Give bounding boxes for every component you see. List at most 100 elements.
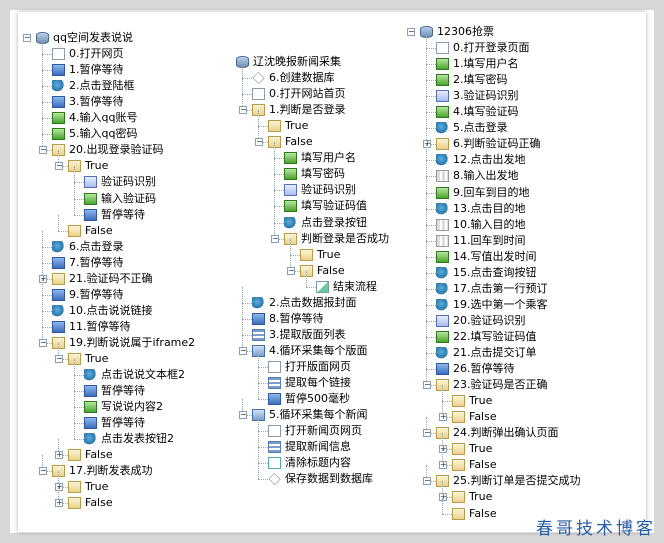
tree-node-label: 2.点击数据报封面	[269, 296, 357, 309]
collapse-toggle[interactable]: −	[39, 146, 47, 154]
tree-node-label: 1.填写用户名	[453, 57, 519, 70]
tree-connector	[74, 166, 75, 182]
pause-icon	[52, 64, 65, 76]
tree-connector	[274, 190, 275, 206]
collapse-toggle[interactable]: −	[55, 355, 63, 363]
tree-node-label: 10.输入目的地	[453, 218, 526, 231]
expand-toggle[interactable]: +	[423, 140, 431, 148]
tree-connector	[42, 134, 52, 135]
tree-connector	[426, 144, 427, 160]
input-icon	[436, 106, 449, 118]
pause-icon	[436, 363, 449, 375]
tree-node-label: 0.打开网站首页	[269, 87, 346, 100]
tree-connector	[274, 174, 284, 175]
tree-connector	[426, 80, 436, 81]
tree-node-label: qq空间发表说说	[53, 31, 133, 44]
tree-connector	[274, 158, 275, 174]
collapse-toggle[interactable]: −	[423, 477, 431, 485]
collapse-toggle[interactable]: −	[55, 162, 63, 170]
tree-node-label: 结束流程	[333, 280, 377, 293]
tree-connector	[258, 383, 259, 399]
collapse-toggle[interactable]: −	[287, 267, 295, 275]
tree-connector	[42, 295, 43, 311]
tree-node-label: 4.填写验证码	[453, 105, 519, 118]
tree-connector	[426, 160, 436, 161]
folder-icon	[52, 273, 65, 285]
folder-icon	[68, 449, 81, 461]
click-icon	[284, 217, 297, 229]
expand-toggle[interactable]: +	[439, 413, 447, 421]
input-icon	[436, 58, 449, 70]
collapse-toggle[interactable]: −	[23, 34, 31, 42]
click-icon	[436, 267, 449, 279]
clear-icon	[268, 457, 281, 469]
tree-connector	[242, 319, 252, 320]
tree-connector	[258, 383, 268, 384]
collapse-toggle[interactable]: −	[239, 347, 247, 355]
tree-connector	[74, 391, 75, 407]
tree-node-label: 0.打开登录页面	[453, 41, 530, 54]
input-icon	[436, 251, 449, 263]
expand-toggle[interactable]: +	[55, 499, 63, 507]
collapse-toggle[interactable]: −	[39, 339, 47, 347]
expand-toggle[interactable]: +	[55, 483, 63, 491]
folder-icon	[452, 395, 465, 407]
tree-node-label: 5.输入qq密码	[69, 127, 138, 140]
captcha-icon	[284, 184, 297, 196]
collapse-toggle[interactable]: −	[239, 411, 247, 419]
collapse-toggle[interactable]: −	[423, 381, 431, 389]
tree-connector	[42, 311, 43, 327]
tree-node-label: 11.暂停等待	[69, 320, 131, 333]
folder-icon	[68, 225, 81, 237]
tree-node-label: 9.暂停等待	[69, 288, 124, 301]
pause-icon	[52, 289, 65, 301]
collapse-toggle[interactable]: −	[239, 106, 247, 114]
tree-connector	[42, 38, 43, 54]
tree-node-label: True	[317, 248, 341, 261]
tree-connector	[426, 128, 436, 129]
expand-toggle[interactable]: +	[55, 451, 63, 459]
tree-node-label: 7.暂停等待	[69, 256, 124, 269]
tree-connector	[242, 78, 252, 79]
tree-node-label: 写说说内容2	[101, 400, 163, 413]
tree-connector	[426, 225, 436, 226]
tree-node-label: 12.点击出发地	[453, 153, 526, 166]
collapse-toggle[interactable]: −	[255, 138, 263, 146]
expand-toggle[interactable]: +	[439, 461, 447, 469]
folder-icon	[68, 497, 81, 509]
tree-connector	[74, 183, 75, 199]
pause-icon	[84, 417, 97, 429]
open-page-icon	[436, 42, 449, 54]
input-icon	[284, 168, 297, 180]
input-icon	[84, 193, 97, 205]
collapse-toggle[interactable]: −	[407, 28, 415, 36]
tree-node-label: 点击登录按钮	[301, 216, 367, 229]
tree-connector	[242, 319, 243, 335]
tree-connector	[426, 305, 427, 321]
expand-toggle[interactable]: +	[439, 493, 447, 501]
tree-connector	[42, 327, 52, 328]
tree-node-label: 4.输入qq账号	[69, 111, 138, 124]
tree-connector	[274, 158, 284, 159]
tree-connector	[426, 305, 436, 306]
tree-connector	[306, 287, 316, 288]
tree-node-label: True	[85, 159, 109, 172]
tree-connector	[426, 209, 436, 210]
input-icon	[284, 200, 297, 212]
collapse-toggle[interactable]: −	[423, 429, 431, 437]
tree-node-label: 11.回车到时间	[453, 234, 526, 247]
click-icon	[252, 297, 265, 309]
tree-connector	[258, 126, 268, 127]
tree-node-label: 打开版面网页	[285, 360, 351, 373]
expand-toggle[interactable]: +	[39, 275, 47, 283]
tree-connector	[74, 423, 75, 439]
tree-connector	[242, 78, 243, 94]
tree-connector	[74, 407, 75, 423]
collapse-toggle[interactable]: −	[39, 467, 47, 475]
pause-icon	[84, 385, 97, 397]
tree-connector	[442, 498, 443, 514]
tree-node-label: True	[469, 394, 493, 407]
collapse-toggle[interactable]: −	[271, 235, 279, 243]
expand-toggle[interactable]: +	[439, 445, 447, 453]
tree-node-label: False	[85, 448, 113, 461]
